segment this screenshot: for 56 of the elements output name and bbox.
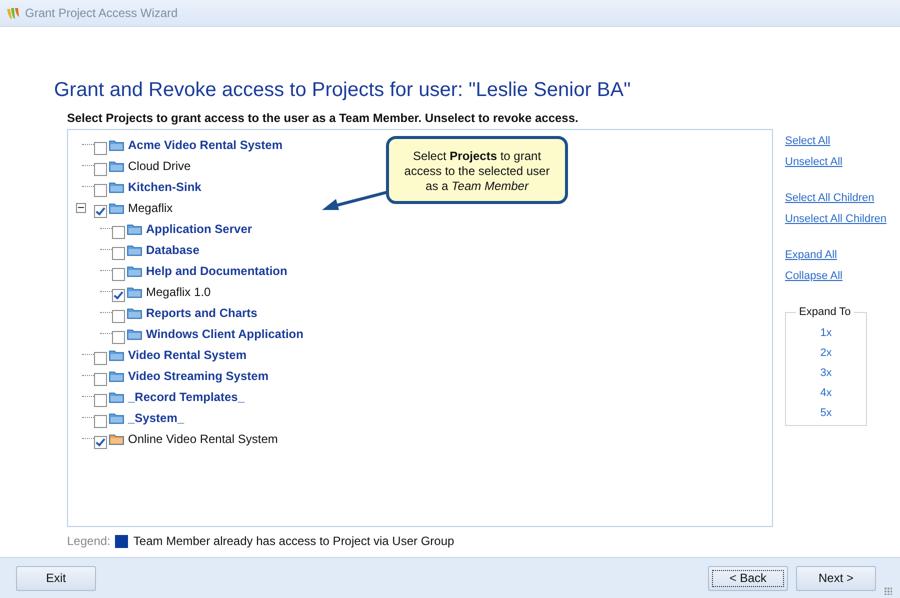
checkbox[interactable] — [94, 373, 107, 386]
group-title: Expand To — [796, 306, 854, 318]
expand-level-link[interactable]: 5x — [820, 407, 832, 419]
action-link[interactable]: Select All — [785, 135, 886, 147]
resize-grip-icon[interactable] — [884, 587, 892, 595]
project-label[interactable]: Acme Video Rental System — [128, 138, 283, 152]
checkbox[interactable] — [94, 352, 107, 365]
callout-arrow — [322, 190, 388, 212]
checkbox[interactable] — [112, 268, 125, 281]
project-label[interactable]: Online Video Rental System — [128, 432, 278, 446]
action-link[interactable]: Select All Children — [785, 192, 886, 204]
project-label[interactable]: _System_ — [128, 410, 184, 424]
legend-label: Legend: — [67, 534, 110, 548]
page-heading: Grant and Revoke access to Projects for user: "Leslie Senior BA" — [54, 79, 632, 102]
checkbox[interactable] — [94, 436, 107, 449]
project-label[interactable]: Megaflix 1.0 — [146, 284, 211, 298]
back-button[interactable]: < Back — [708, 566, 788, 590]
window-title: Grant Project Access Wizard — [25, 6, 178, 20]
checkbox[interactable] — [94, 205, 107, 218]
legend-swatch — [115, 534, 128, 548]
action-link[interactable]: Expand All — [785, 249, 886, 261]
project-label[interactable]: Application Server — [146, 222, 252, 236]
expand-level-link[interactable]: 1x — [820, 327, 832, 339]
collapse-toggle-icon[interactable] — [76, 202, 86, 212]
instruction-text: Select Projects to grant access to the user as a Team Member. Unselect to revoke access. — [67, 111, 580, 125]
project-label[interactable]: Reports and Charts — [146, 306, 258, 320]
action-link[interactable]: Collapse All — [785, 270, 886, 282]
checkbox[interactable] — [94, 163, 107, 176]
project-label[interactable]: Video Rental System — [128, 348, 246, 362]
checkbox[interactable] — [94, 142, 107, 155]
expand-level-link[interactable]: 4x — [820, 387, 832, 399]
project-label[interactable]: _Record Templates_ — [128, 390, 244, 404]
checkbox[interactable] — [112, 310, 125, 323]
project-label[interactable]: Megaflix — [128, 200, 173, 214]
expand-level-link[interactable]: 2x — [820, 347, 832, 359]
checkbox[interactable] — [112, 289, 125, 302]
expand-level-link[interactable]: 3x — [820, 367, 832, 379]
project-label[interactable]: Database — [146, 242, 200, 256]
action-link[interactable]: Unselect All — [785, 156, 886, 168]
checkbox[interactable] — [94, 415, 107, 428]
callout-bubble: Select Projects to grant access to the selected user as a Team Member — [386, 136, 568, 204]
checkbox[interactable] — [94, 184, 107, 197]
checkbox[interactable] — [112, 247, 125, 260]
project-label[interactable]: Help and Documentation — [146, 264, 288, 278]
project-label[interactable]: Video Streaming System — [128, 368, 268, 382]
checkbox[interactable] — [112, 331, 125, 344]
checkbox[interactable] — [94, 394, 107, 407]
exit-button[interactable]: Exit — [16, 566, 96, 590]
app-logo-icon — [6, 6, 20, 20]
action-link[interactable]: Unselect All Children — [785, 213, 886, 225]
project-label[interactable]: Windows Client Application — [146, 326, 304, 340]
checkbox[interactable] — [112, 226, 125, 239]
project-label[interactable]: Kitchen-Sink — [128, 180, 202, 194]
next-button[interactable]: Next > — [796, 566, 876, 590]
project-label[interactable]: Cloud Drive — [128, 158, 191, 172]
legend-text: Team Member already has access to Project via User Group — [133, 534, 454, 548]
